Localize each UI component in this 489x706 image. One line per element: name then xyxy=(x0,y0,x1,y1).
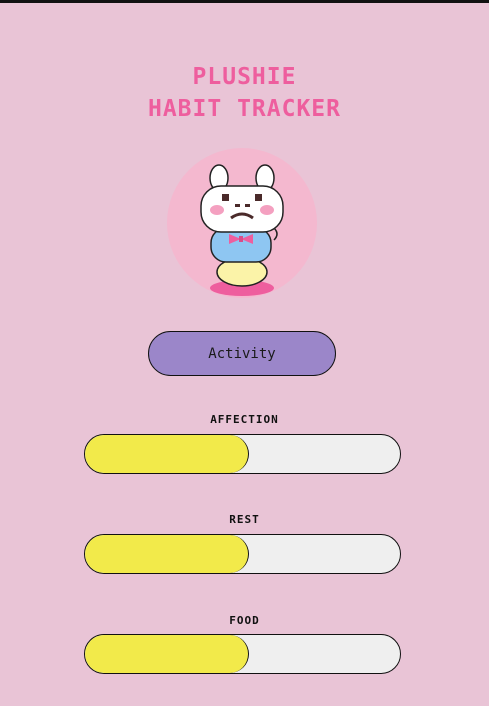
affection-label: Affection xyxy=(210,413,279,426)
bunny-plushie-icon xyxy=(200,164,284,296)
food-bar-fill xyxy=(85,635,249,673)
plushie-avatar[interactable] xyxy=(167,148,317,298)
rest-label: Rest xyxy=(229,513,260,526)
affection-bar-fill xyxy=(85,435,249,473)
food-label: Food xyxy=(229,614,260,627)
rest-bar xyxy=(84,534,401,574)
affection-bar xyxy=(84,434,401,474)
app-title-line-1: Plushie xyxy=(192,64,297,90)
rest-bar-fill xyxy=(85,535,249,573)
food-bar xyxy=(84,634,401,674)
activity-button[interactable]: Activity xyxy=(148,331,336,376)
app-title-line-2: Habit Tracker xyxy=(147,96,341,122)
